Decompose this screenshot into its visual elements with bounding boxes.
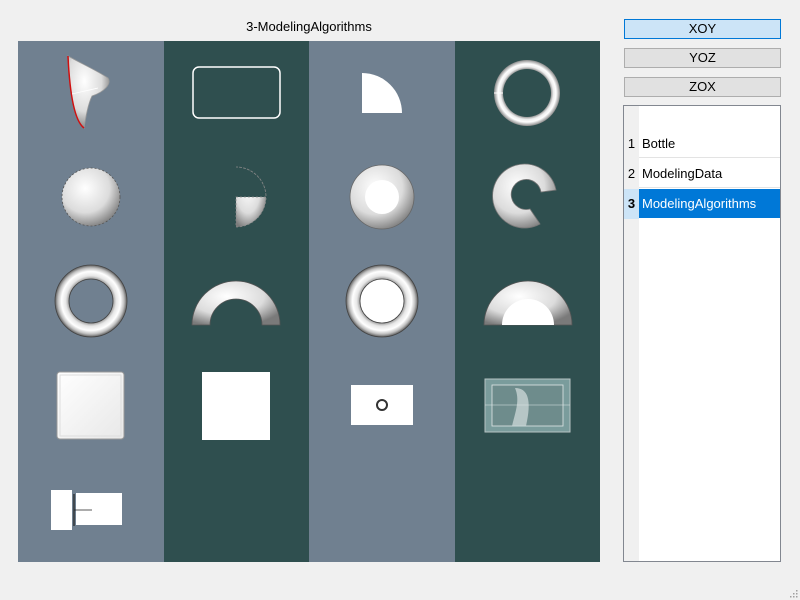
list-item-modeling-data[interactable]: 2 ModelingData <box>624 159 780 189</box>
viewport-column-2 <box>164 41 309 562</box>
sphere-shape <box>61 167 121 227</box>
list-item-label: ModelingData <box>639 159 780 188</box>
viewer-title: 3-ModelingAlgorithms <box>246 19 372 34</box>
list-item-modeling-algorithms[interactable]: 3 ModelingAlgorithms <box>624 189 780 219</box>
list-item-label: ModelingAlgorithms <box>639 189 780 218</box>
list-item-index: 2 <box>627 166 636 181</box>
list-item-bottle[interactable]: 1 Bottle <box>624 129 780 159</box>
torus-ring-shape <box>494 60 560 126</box>
torus-shape <box>54 264 128 338</box>
view-xoy-button[interactable]: XOY <box>624 19 781 39</box>
list-item-index: 3 <box>624 189 639 219</box>
transparent-box-shape <box>484 378 571 433</box>
view-zox-button[interactable]: ZOX <box>624 77 781 97</box>
box-face-shape <box>202 372 270 440</box>
list-item-index: 1 <box>627 136 636 151</box>
plate-with-hole-shape <box>351 385 413 425</box>
hollow-sphere-shape <box>349 164 415 230</box>
list-item-label: Bottle <box>639 129 780 158</box>
extruded-profile-shape <box>51 490 122 530</box>
torus-shape-2 <box>345 264 419 338</box>
3d-viewport[interactable] <box>18 41 600 562</box>
resize-grip-icon[interactable] <box>788 588 798 598</box>
sample-list[interactable]: 1 Bottle 2 ModelingData 3 ModelingAlgori… <box>623 105 781 562</box>
filleted-box-shape <box>56 371 125 440</box>
main-window: 3-ModelingAlgorithms XOY YOZ ZOX 1 Bottl… <box>0 0 800 600</box>
view-yoz-button[interactable]: YOZ <box>624 48 781 68</box>
